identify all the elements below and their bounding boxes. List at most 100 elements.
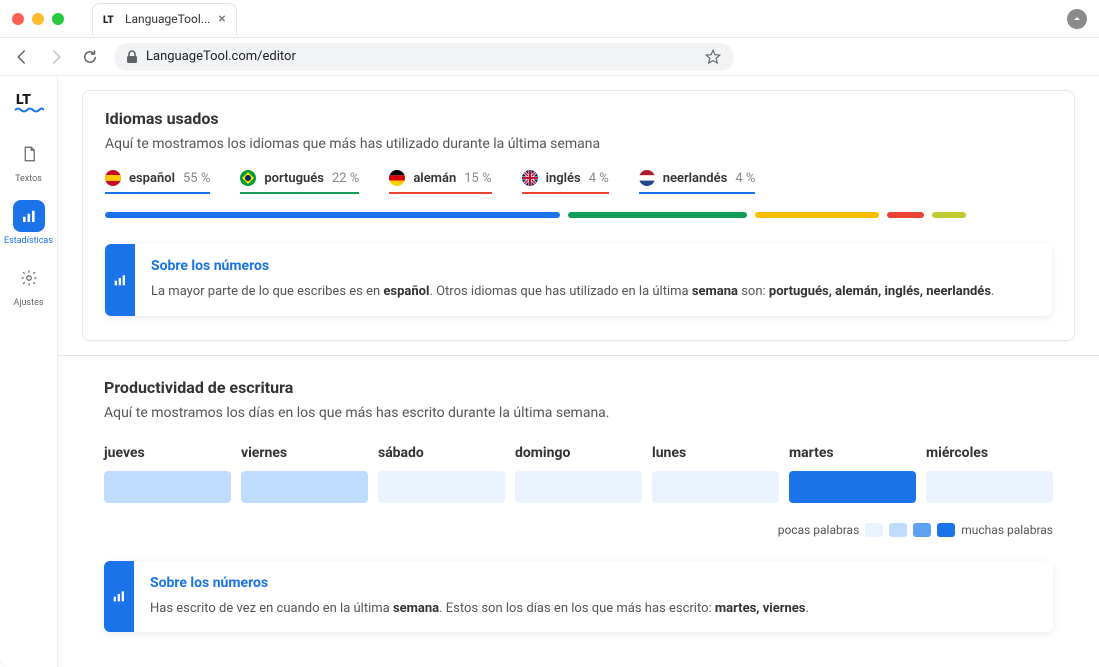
svg-text:LT: LT xyxy=(16,92,31,108)
sidebar-item-label: Estadísticas xyxy=(4,236,53,246)
day-heat-cell xyxy=(926,471,1053,503)
gear-icon xyxy=(13,262,45,294)
maximize-window-button[interactable] xyxy=(52,13,64,25)
panel-subtitle: Aquí te mostramos los días en los que má… xyxy=(104,405,1053,421)
bar-segment-german xyxy=(755,212,878,218)
sidebar-item-texts[interactable]: Textos xyxy=(5,132,53,190)
back-button[interactable] xyxy=(12,47,32,67)
tab-favicon: LT xyxy=(103,12,117,26)
bar-segment-spanish xyxy=(105,212,560,218)
languages-info-card: Sobre los números La mayor parte de lo q… xyxy=(105,244,1052,316)
window-controls xyxy=(12,13,64,25)
day-label: domingo xyxy=(515,445,642,461)
bookmark-star-icon[interactable] xyxy=(704,48,722,66)
language-name: portugués xyxy=(264,171,324,186)
productivity-info-card: Sobre los números Has escrito de vez en … xyxy=(104,561,1053,633)
stats-icon xyxy=(112,272,128,288)
stats-icon xyxy=(111,588,127,604)
bar-segment-portuguese xyxy=(568,212,748,218)
flag-netherlands-icon xyxy=(639,170,655,186)
address-bar[interactable]: LanguageTool.com/editor xyxy=(114,43,734,71)
day-heat-cell xyxy=(104,471,231,503)
language-usage-bar xyxy=(105,212,1052,218)
language-item-english[interactable]: inglés 4 % xyxy=(522,170,609,194)
sidebar-item-label: Ajustes xyxy=(14,298,44,308)
sidebar-item-settings[interactable]: Ajustes xyxy=(5,256,53,314)
app-logo[interactable]: LT xyxy=(12,88,46,116)
day-column: lunes xyxy=(652,445,779,503)
language-name: neerlandés xyxy=(663,171,728,186)
heat-legend: pocas palabras muchas palabras xyxy=(104,523,1053,537)
language-pct: 22 % xyxy=(332,171,359,186)
legend-swatch xyxy=(865,523,883,537)
info-icon-wrap xyxy=(105,244,135,316)
info-card-text: Has escrito de vez en cuando en la últim… xyxy=(150,599,1037,619)
day-heat-cell xyxy=(378,471,505,503)
flag-brazil-icon xyxy=(240,170,256,186)
language-item-dutch[interactable]: neerlandés 4 % xyxy=(639,170,756,194)
panel-title: Idiomas usados xyxy=(105,109,1052,128)
panel-subtitle: Aquí te mostramos los idiomas que más ha… xyxy=(105,136,1052,152)
day-label: jueves xyxy=(104,445,231,461)
url-text: LanguageTool.com/editor xyxy=(146,49,296,64)
languages-list: español 55 % portugués 22 % alemán 15 % xyxy=(105,170,1052,194)
tab-title: LanguageTool... xyxy=(125,12,210,26)
day-column: sábado xyxy=(378,445,505,503)
legend-few-label: pocas palabras xyxy=(778,523,860,537)
days-grid: jueves viernes sábado domingo lunes xyxy=(104,445,1053,503)
day-label: martes xyxy=(789,445,916,461)
lock-icon xyxy=(126,50,138,64)
language-item-portuguese[interactable]: portugués 22 % xyxy=(240,170,359,194)
language-pct: 4 % xyxy=(589,171,609,186)
day-label: sábado xyxy=(378,445,505,461)
legend-many-label: muchas palabras xyxy=(961,523,1053,537)
stats-icon xyxy=(13,200,45,232)
day-column: miércoles xyxy=(926,445,1053,503)
language-item-spanish[interactable]: español 55 % xyxy=(105,170,210,194)
day-column: jueves xyxy=(104,445,231,503)
day-heat-cell xyxy=(789,471,916,503)
day-column: viernes xyxy=(241,445,368,503)
day-heat-cell xyxy=(241,471,368,503)
minimize-window-button[interactable] xyxy=(32,13,44,25)
svg-text:LT: LT xyxy=(103,15,114,26)
browser-menu-icon[interactable] xyxy=(1067,9,1087,29)
flag-germany-icon xyxy=(389,170,405,186)
legend-swatch xyxy=(889,523,907,537)
language-name: inglés xyxy=(546,171,581,186)
close-tab-icon[interactable]: × xyxy=(218,11,225,27)
forward-button[interactable] xyxy=(46,47,66,67)
browser-tab[interactable]: LT LanguageTool... × xyxy=(92,3,237,35)
browser-tab-bar: LT LanguageTool... × xyxy=(0,0,1099,38)
language-name: alemán xyxy=(413,171,456,186)
day-label: miércoles xyxy=(926,445,1053,461)
info-card-title: Sobre los números xyxy=(150,575,1037,591)
language-pct: 4 % xyxy=(735,171,755,186)
document-icon xyxy=(13,138,45,170)
main-content: Idiomas usados Aquí te mostramos los idi… xyxy=(58,76,1099,667)
close-window-button[interactable] xyxy=(12,13,24,25)
bar-segment-english xyxy=(887,212,925,218)
sidebar-item-stats[interactable]: Estadísticas xyxy=(5,194,53,252)
languages-panel: Idiomas usados Aquí te mostramos los idi… xyxy=(82,90,1075,341)
sidebar: LT Textos Estadísticas Ajustes xyxy=(0,76,58,667)
language-pct: 55 % xyxy=(183,171,210,186)
language-item-german[interactable]: alemán 15 % xyxy=(389,170,491,194)
day-heat-cell xyxy=(515,471,642,503)
legend-swatch xyxy=(937,523,955,537)
flag-uk-icon xyxy=(522,170,538,186)
bar-segment-dutch xyxy=(932,212,965,218)
sidebar-item-label: Textos xyxy=(15,174,42,184)
day-column: domingo xyxy=(515,445,642,503)
day-label: lunes xyxy=(652,445,779,461)
legend-swatch xyxy=(913,523,931,537)
day-heat-cell xyxy=(652,471,779,503)
panel-title: Productividad de escritura xyxy=(104,378,1053,397)
flag-spain-icon xyxy=(105,170,121,186)
info-card-text: La mayor parte de lo que escribes es en … xyxy=(151,282,1036,302)
day-label: viernes xyxy=(241,445,368,461)
info-icon-wrap xyxy=(104,561,134,633)
info-card-title: Sobre los números xyxy=(151,258,1036,274)
reload-button[interactable] xyxy=(80,47,100,67)
day-column: martes xyxy=(789,445,916,503)
